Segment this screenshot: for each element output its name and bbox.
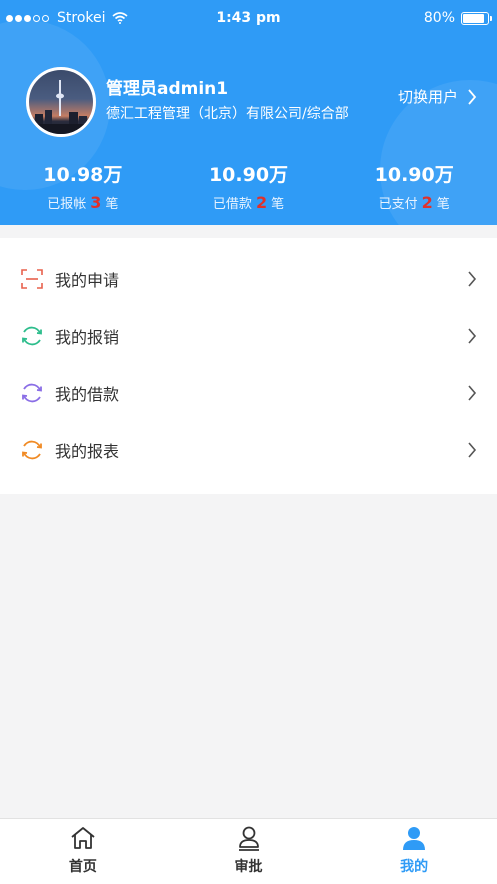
stat-unit: 笔 <box>436 197 450 212</box>
tab-home[interactable]: 首页 <box>0 819 166 884</box>
battery-icon <box>461 11 492 25</box>
battery-percent: 80% <box>423 10 455 26</box>
stat-reimbursed[interactable]: 10.98万 已报帐 3 笔 <box>0 160 166 212</box>
chevron-right-icon <box>468 384 477 401</box>
username: 管理员admin1 <box>106 79 229 99</box>
stat-count: 2 <box>421 193 433 212</box>
stat-prefix: 已借款 <box>212 197 252 212</box>
stat-count: 3 <box>90 193 102 212</box>
battery-group: 80% <box>423 10 492 26</box>
refresh-icon <box>22 440 42 459</box>
tab-label: 我的 <box>400 859 429 875</box>
tab-bar: 首页 审批 我的 <box>0 818 497 884</box>
menu-label: 我的报销 <box>55 327 120 347</box>
stat-prefix: 已报帐 <box>47 197 87 212</box>
chevron-right-icon <box>468 270 477 287</box>
stat-prefix: 已支付 <box>378 197 418 212</box>
menu-item-my-reports[interactable]: 我的报表 <box>0 421 497 478</box>
stat-amount: 10.98万 <box>43 164 123 186</box>
stat-borrowed[interactable]: 10.90万 已借款 2 笔 <box>166 160 332 212</box>
refresh-icon <box>22 326 42 345</box>
switch-user-label: 切换用户 <box>397 88 458 106</box>
stat-unit: 笔 <box>271 197 285 212</box>
scan-icon <box>21 268 43 289</box>
profile-header: Strokei 1:43 pm 80% 管理员admin1 德汇工程管理（北京）… <box>0 0 497 225</box>
stat-unit: 笔 <box>105 197 119 212</box>
chevron-right-icon <box>468 327 477 344</box>
menu-item-my-loans[interactable]: 我的借款 <box>0 364 497 421</box>
menu-label: 我的借款 <box>55 384 120 404</box>
stat-count: 2 <box>255 193 268 212</box>
approval-icon <box>238 826 259 851</box>
menu-item-my-applications[interactable]: 我的申请 <box>0 250 497 307</box>
status-bar: Strokei 1:43 pm 80% <box>0 0 497 38</box>
stat-paid[interactable]: 10.90万 已支付 2 笔 <box>331 160 497 212</box>
user-icon <box>403 827 426 850</box>
menu-item-my-reimbursements[interactable]: 我的报销 <box>0 307 497 364</box>
stats-row: 10.98万 已报帐 3 笔 10.90万 已借款 2 笔 10.90万 已支付 2 笔 <box>0 160 497 212</box>
tab-label: 审批 <box>234 859 263 875</box>
avatar-image <box>29 80 93 134</box>
home-icon <box>71 827 95 849</box>
tab-mine[interactable]: 我的 <box>331 819 497 884</box>
menu-list: 我的申请 我的报销 我的借款 我的报表 <box>0 238 497 494</box>
tab-label: 首页 <box>68 859 97 875</box>
tab-approval[interactable]: 审批 <box>166 819 332 884</box>
menu-label: 我的报表 <box>55 441 120 461</box>
refresh-icon <box>22 383 42 402</box>
stat-amount: 10.90万 <box>374 164 454 186</box>
company-department: 德汇工程管理（北京）有限公司/综合部 <box>106 106 349 122</box>
stat-amount: 10.90万 <box>208 164 289 186</box>
chevron-right-icon <box>468 441 477 458</box>
status-time: 1:43 pm <box>216 10 281 26</box>
avatar[interactable] <box>26 67 96 137</box>
switch-user-button[interactable]: 切换用户 <box>398 86 477 107</box>
chevron-right-icon <box>468 88 477 105</box>
menu-label: 我的申请 <box>55 270 120 290</box>
